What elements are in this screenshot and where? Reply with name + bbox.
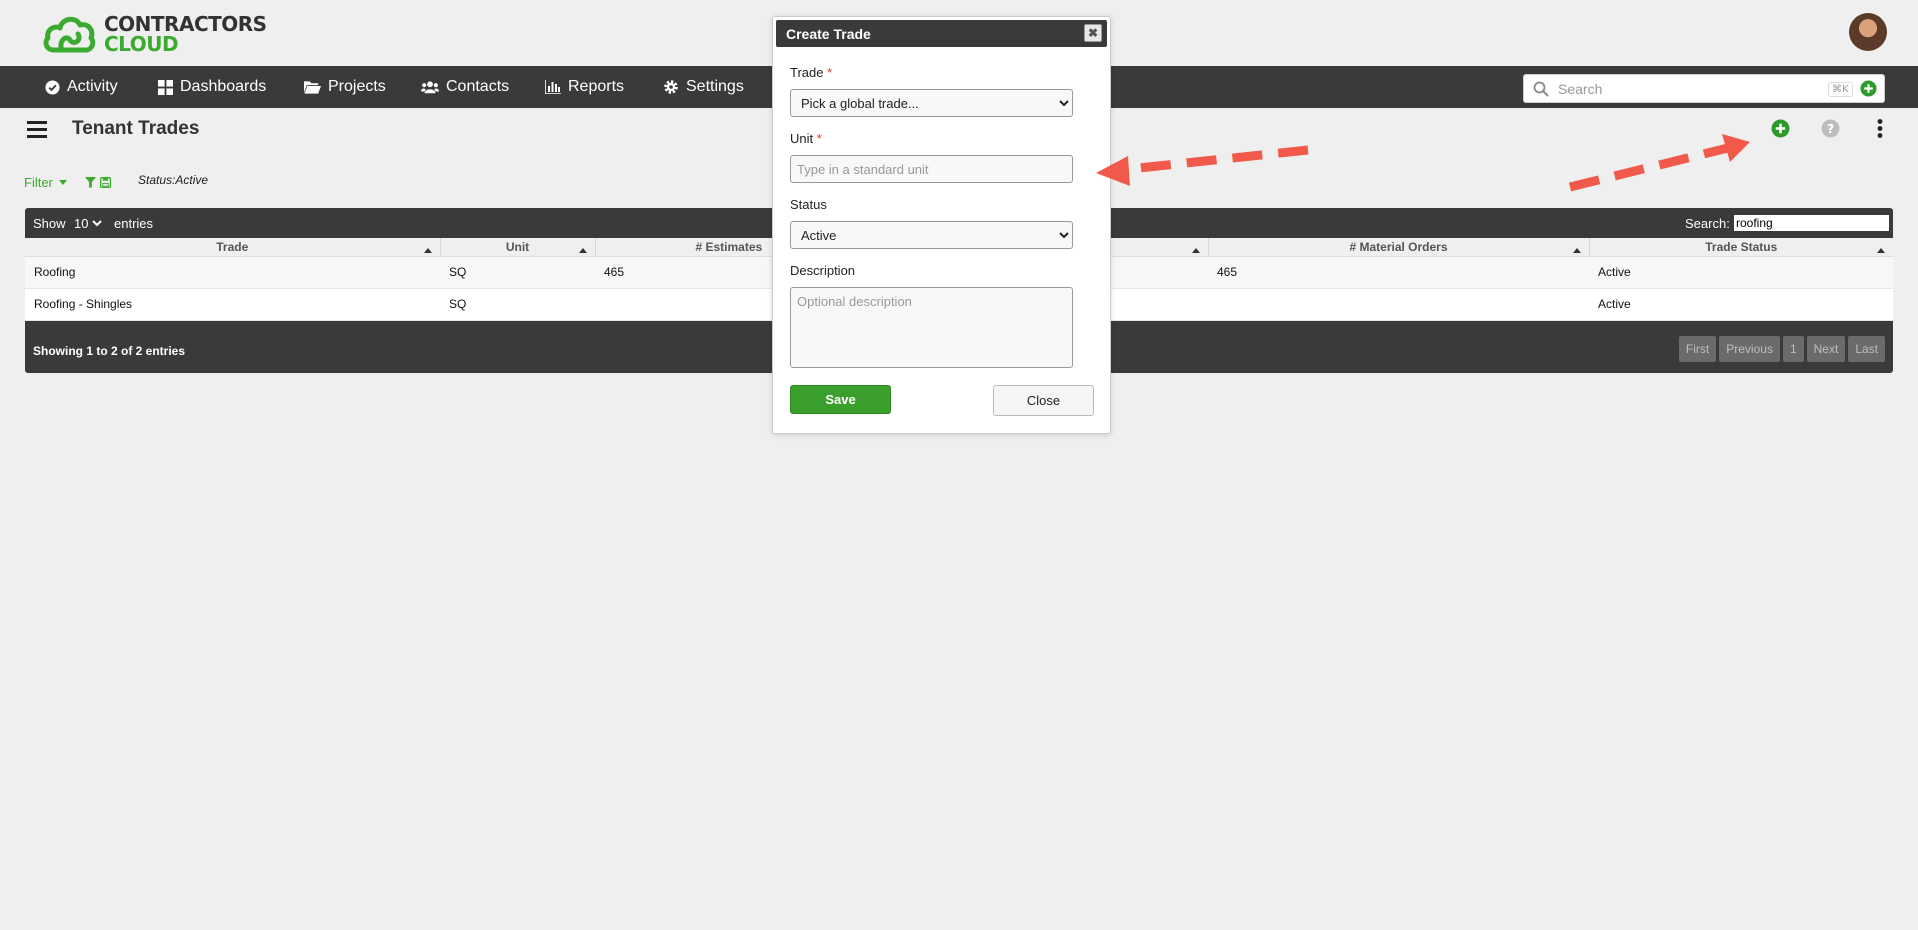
users-icon bbox=[421, 80, 439, 94]
sort-icon bbox=[1191, 242, 1200, 256]
logo-text-top: CONTRACTORS bbox=[104, 12, 267, 36]
annotation-arrow-to-add bbox=[1568, 134, 1750, 192]
cell-unit: SQ bbox=[440, 256, 595, 289]
sort-asc-icon bbox=[423, 242, 432, 256]
nav-projects[interactable]: Projects bbox=[304, 66, 386, 108]
entries-summary: Showing 1 to 2 of 2 entries bbox=[33, 344, 186, 358]
shortcut-hint: ⌘K bbox=[1828, 82, 1853, 97]
nav-contacts[interactable]: Contacts bbox=[421, 66, 509, 108]
nav-activity[interactable]: Activity bbox=[45, 66, 118, 108]
column-header-unit[interactable]: Unit bbox=[440, 238, 596, 257]
page-title: Tenant Trades bbox=[72, 118, 200, 139]
trade-label-text: Trade bbox=[790, 65, 824, 80]
caret-down-icon[interactable] bbox=[58, 179, 67, 185]
filter-dropdown[interactable]: Filter bbox=[24, 175, 53, 190]
column-header-trade[interactable]: Trade bbox=[25, 238, 441, 257]
grid-icon bbox=[158, 79, 173, 95]
pager-previous[interactable]: Previous bbox=[1719, 336, 1780, 362]
funnel-icon[interactable] bbox=[84, 176, 96, 188]
create-trade-modal: Create Trade ✖ Trade * Pick a global tra… bbox=[772, 16, 1111, 434]
nav-activity-label: Activity bbox=[67, 78, 118, 95]
pager-first[interactable]: First bbox=[1678, 336, 1717, 362]
show-label: Show bbox=[33, 216, 66, 231]
modal-header: Create Trade ✖ bbox=[776, 20, 1107, 47]
page-size-select[interactable]: 10 bbox=[70, 213, 105, 233]
pager-next[interactable]: Next bbox=[1806, 336, 1846, 362]
cell-trade-status: Active bbox=[1589, 256, 1893, 289]
help-icon[interactable]: ? bbox=[1821, 119, 1840, 141]
column-label: # Estimates bbox=[695, 239, 763, 254]
pagination: First Previous 1 Next Last bbox=[1678, 336, 1885, 362]
filter-bar: Filter bbox=[24, 173, 111, 191]
cell-material-orders bbox=[1208, 288, 1589, 321]
annotation-arrow-to-unit bbox=[1096, 145, 1309, 186]
close-icon[interactable]: ✖ bbox=[1084, 24, 1102, 42]
unit-label-text: Unit bbox=[790, 131, 814, 146]
nav-settings-label: Settings bbox=[686, 78, 744, 95]
pager-page-1[interactable]: 1 bbox=[1782, 336, 1804, 362]
check-circle-icon bbox=[45, 79, 60, 95]
modal-title: Create Trade bbox=[786, 26, 871, 42]
nav-projects-label: Projects bbox=[328, 78, 386, 95]
nav-settings[interactable]: Settings bbox=[663, 66, 744, 108]
close-button[interactable]: Close bbox=[993, 385, 1094, 416]
unit-field-label: Unit * bbox=[790, 131, 822, 146]
nav-contacts-label: Contacts bbox=[446, 78, 510, 95]
table-search-input[interactable] bbox=[1734, 215, 1889, 231]
search-icon bbox=[1533, 81, 1549, 100]
pager-last[interactable]: Last bbox=[1848, 336, 1885, 362]
save-button[interactable]: Save bbox=[790, 385, 891, 414]
column-label: Unit bbox=[505, 239, 530, 254]
cell-trade-status: Active bbox=[1589, 288, 1893, 321]
nav-dashboards-label: Dashboards bbox=[180, 78, 267, 95]
nav-reports-label: Reports bbox=[568, 78, 625, 95]
status-select[interactable]: Active bbox=[790, 221, 1073, 249]
trade-select[interactable]: Pick a global trade... bbox=[790, 89, 1073, 117]
global-search: ⌘K bbox=[1523, 74, 1885, 103]
column-label: Trade bbox=[216, 239, 249, 254]
bar-chart-icon bbox=[545, 80, 561, 94]
add-trade-icon[interactable] bbox=[1771, 119, 1790, 141]
table-search-label: Search: bbox=[1685, 216, 1730, 231]
cell-trade: Roofing - Shingles bbox=[25, 288, 440, 321]
description-field-label: Description bbox=[790, 263, 856, 278]
trade-field-label: Trade * bbox=[790, 65, 832, 80]
cell-trade: Roofing bbox=[25, 256, 440, 289]
nav-reports[interactable]: Reports bbox=[545, 66, 624, 108]
cell-unit: SQ bbox=[440, 288, 595, 321]
svg-text:?: ? bbox=[1827, 121, 1834, 136]
quick-add-icon[interactable] bbox=[1860, 80, 1877, 100]
folder-open-icon bbox=[304, 80, 321, 94]
gear-icon bbox=[663, 79, 679, 95]
sort-icon bbox=[1877, 242, 1885, 256]
global-search-input[interactable] bbox=[1556, 79, 1806, 99]
column-label: Trade Status bbox=[1705, 239, 1778, 254]
unit-input[interactable] bbox=[790, 155, 1073, 183]
cell-material-orders: 465 bbox=[1208, 256, 1589, 289]
column-header-trade-status[interactable]: Trade Status bbox=[1589, 238, 1893, 257]
column-header-material-orders[interactable]: # Material Orders bbox=[1208, 238, 1590, 257]
contractors-cloud-logo[interactable]: CONTRACTORS CLOUD bbox=[42, 12, 267, 56]
required-mark: * bbox=[827, 65, 833, 80]
active-filter-label: Status:Active bbox=[138, 173, 209, 187]
column-label: # Material Orders bbox=[1349, 239, 1448, 254]
nav-dashboards[interactable]: Dashboards bbox=[158, 66, 266, 108]
user-avatar[interactable] bbox=[1849, 13, 1887, 51]
more-options-icon[interactable] bbox=[1877, 119, 1883, 141]
hamburger-menu-icon[interactable] bbox=[27, 121, 47, 141]
sort-icon bbox=[1572, 242, 1581, 256]
sort-icon bbox=[578, 242, 587, 256]
cloud-logo-icon bbox=[43, 16, 96, 53]
logo-text-bottom: CLOUD bbox=[104, 32, 179, 56]
save-filter-icon[interactable] bbox=[99, 176, 111, 188]
required-mark: * bbox=[816, 131, 822, 146]
status-field-label: Status bbox=[790, 197, 827, 212]
entries-label: entries bbox=[114, 216, 154, 231]
description-textarea[interactable] bbox=[790, 287, 1073, 368]
